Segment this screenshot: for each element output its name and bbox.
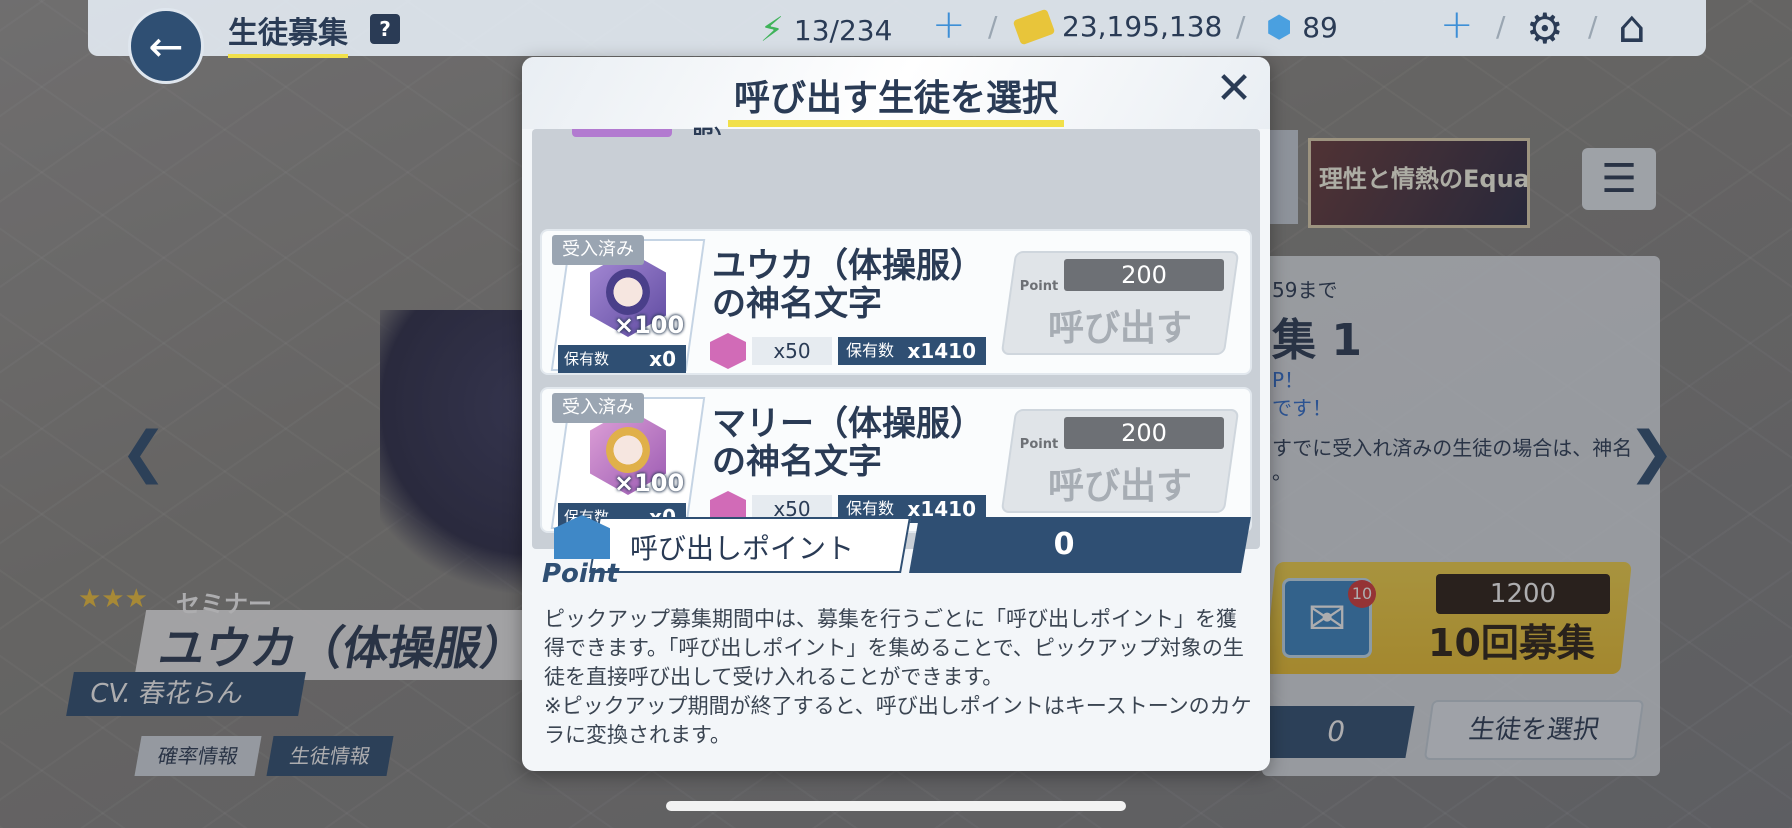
- partial-card-icon: [572, 129, 672, 137]
- owned-value: x0: [649, 347, 676, 371]
- accepted-tag: 受入済み: [552, 235, 644, 265]
- own-label: 保有数: [846, 341, 895, 360]
- accepted-tag: 受入済み: [552, 393, 644, 423]
- pyroxene-icon: ⬢: [1266, 10, 1293, 45]
- back-button[interactable]: ←: [128, 8, 204, 84]
- credits-counter: 23,195,138: [1012, 8, 1223, 45]
- divider: /: [1496, 10, 1506, 43]
- gear-icon[interactable]: ⚙: [1526, 4, 1564, 53]
- divider: /: [1588, 10, 1598, 43]
- call-button-label: 呼び出す: [1047, 308, 1192, 349]
- credits-value: 23,195,138: [1062, 10, 1223, 43]
- call-cost: 200: [1064, 259, 1224, 291]
- item-name: マリー（体操服）の神名文字: [712, 404, 967, 482]
- item-name: ユウカ（体操服）の神名文字: [712, 246, 967, 324]
- own-label: 保有数: [846, 499, 895, 518]
- points-value: 0: [1053, 527, 1075, 562]
- own-count: 保有数 x1410: [838, 337, 986, 365]
- modal-title: 呼び出す生徒を選択: [733, 78, 1058, 119]
- close-icon[interactable]: ✕: [1212, 67, 1256, 113]
- title-underline: [728, 120, 1064, 127]
- eleph-multiplier: ×100: [614, 311, 685, 339]
- list-item[interactable]: 受入済み ×100 保有数x0 マリー（体操服）の神名文字 x50 保有数x14…: [540, 387, 1252, 533]
- portrait-face: [606, 269, 650, 315]
- owned-label: 保有数: [564, 350, 610, 368]
- gem-plus-button[interactable]: +: [1440, 2, 1474, 48]
- point-logo: Point: [542, 559, 619, 589]
- select-student-modal: 呼び出す生徒を選択 ✕ 服） 受入済み ×100 保有数 x0 ユウカ（体操服）の…: [522, 57, 1270, 771]
- list-item[interactable]: 受入済み ×100 保有数 x0 ユウカ（体操服）の神名文字 x50 保有数 x14…: [540, 229, 1252, 375]
- back-arrow-icon: ←: [148, 21, 184, 71]
- student-list[interactable]: 服） 受入済み ×100 保有数x0 ユウカ（体操服）の神名文字 x50 保有数…: [532, 127, 1260, 549]
- call-button-label: 呼び出す: [1047, 466, 1192, 507]
- gem-count: x50: [752, 337, 832, 365]
- eleph-multiplier: ×100: [614, 469, 685, 497]
- point-envelope-icon: Point: [1019, 437, 1059, 452]
- credit-card-icon: [1012, 8, 1056, 45]
- home-icon[interactable]: ⌂: [1618, 2, 1646, 53]
- ap-plus-button[interactable]: +: [932, 2, 966, 48]
- lightning-icon: ⚡: [760, 10, 784, 50]
- screen-title: 生徒募集: [228, 8, 348, 58]
- point-envelope-icon: Point: [1019, 279, 1059, 294]
- divider: /: [1236, 10, 1246, 43]
- points-label: 呼び出しポイント: [629, 532, 854, 565]
- own-value: x1410: [907, 339, 976, 363]
- home-indicator[interactable]: [666, 801, 1126, 811]
- gem-value: 89: [1302, 11, 1338, 44]
- ap-value: 13/234: [793, 13, 893, 47]
- eleph-gem-icon: [710, 333, 746, 369]
- partial-card-name: 服）: [692, 121, 736, 135]
- owned-bar: 保有数 x0: [558, 345, 686, 373]
- call-points-note: ピックアップ募集期間中は、募集を行うごとに「呼び出しポイント」を獲得できます。「…: [544, 607, 1252, 747]
- help-icon[interactable]: ?: [370, 14, 400, 44]
- call-cost: 200: [1064, 417, 1224, 449]
- ap-counter: ⚡ 13/234: [760, 10, 892, 50]
- gem-counter: ⬢ 89: [1266, 10, 1338, 45]
- portrait-face: [606, 427, 650, 473]
- divider: /: [988, 10, 998, 43]
